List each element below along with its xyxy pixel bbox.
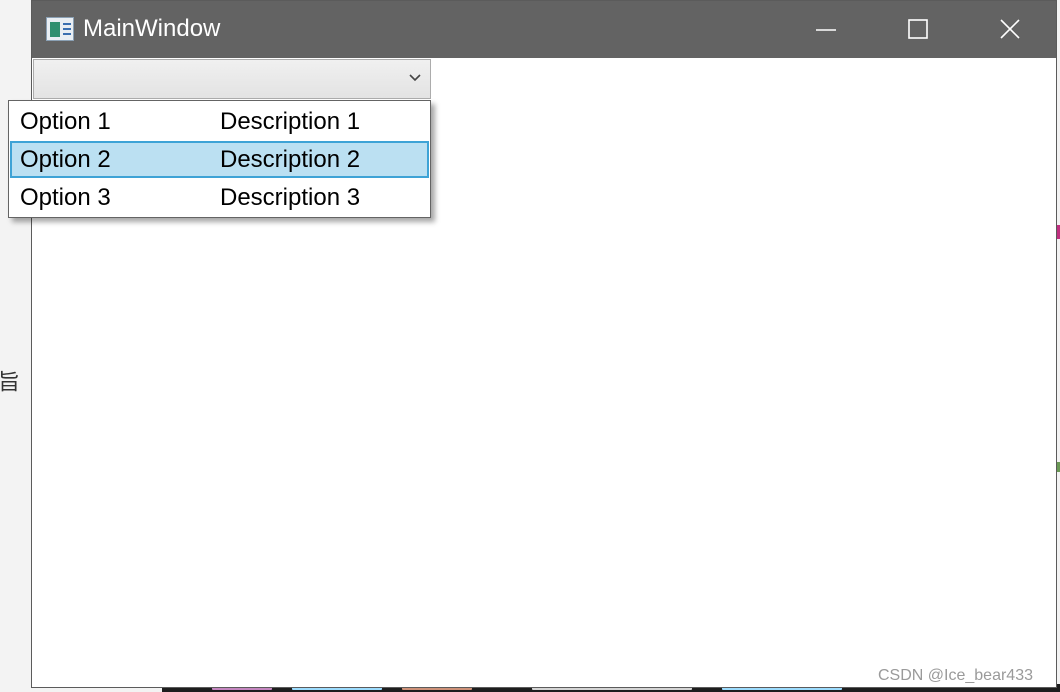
item-description: Description 3 [220, 184, 361, 211]
maximize-icon [908, 19, 928, 39]
item-option: Option 3 [20, 184, 111, 211]
screen: 旨 MainWindow CSDN @Ice_bear433 Option 1 … [0, 0, 1060, 692]
item-option: Option 1 [20, 108, 111, 135]
minimize-icon [816, 29, 836, 31]
dropdown-item-highlighted[interactable]: Option 2 Description 2 [10, 141, 429, 178]
dropdown-item[interactable]: Option 1 Description 1 [10, 103, 429, 140]
title-bar[interactable]: MainWindow [32, 1, 1056, 58]
window-title: MainWindow [83, 15, 221, 42]
item-description: Description 2 [220, 146, 361, 173]
item-description: Description 1 [220, 108, 361, 135]
dropdown-item[interactable]: Option 3 Description 3 [10, 179, 429, 216]
watermark: CSDN @Ice_bear433 [878, 667, 1033, 684]
item-option: Option 2 [20, 146, 111, 173]
minimize-button[interactable] [780, 1, 872, 58]
maximize-button[interactable] [872, 1, 964, 58]
combobox-dropdown: Option 1 Description 1 Option 2 Descript… [8, 100, 431, 218]
combobox[interactable] [33, 59, 431, 99]
background-text: 旨 [0, 370, 19, 392]
app-window-icon [46, 17, 74, 41]
close-icon [1000, 19, 1020, 39]
chevron-down-icon [409, 74, 421, 82]
close-button[interactable] [964, 1, 1056, 58]
